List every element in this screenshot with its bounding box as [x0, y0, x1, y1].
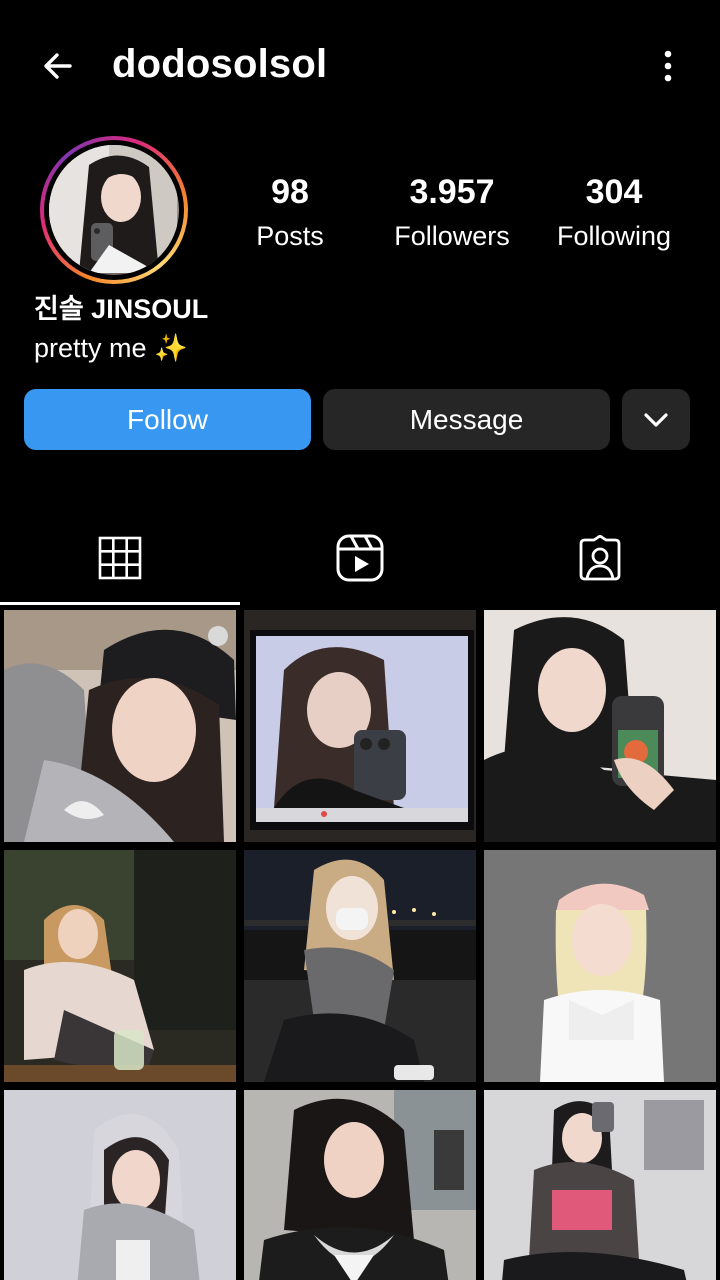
profile-username: dodosolsol [112, 42, 328, 86]
followers-label: Followers [394, 221, 510, 251]
suggested-accounts-button[interactable] [622, 389, 690, 450]
profile-tabs [0, 510, 720, 606]
arrow-left-icon [44, 53, 72, 79]
display-name: 진솔 JINSOUL [34, 294, 209, 324]
posts-count: 98 [271, 173, 309, 211]
post-thumbnail[interactable] [484, 850, 716, 1082]
reels-icon [336, 534, 384, 582]
following-stat[interactable]: 304 Following [548, 170, 680, 256]
posts-stat[interactable]: 98 Posts [240, 170, 340, 256]
bio-text: pretty me ✨ [34, 333, 188, 363]
tab-reels[interactable] [240, 510, 480, 606]
followers-stat[interactable]: 3.957 Followers [382, 170, 522, 256]
post-thumbnail[interactable] [4, 610, 236, 842]
post-thumbnail[interactable] [244, 1090, 476, 1280]
post-thumbnail[interactable] [484, 610, 716, 842]
following-label: Following [556, 221, 672, 251]
message-button[interactable]: Message [323, 389, 610, 450]
tab-tagged[interactable] [480, 510, 720, 606]
avatar [49, 145, 179, 275]
tagged-person-icon [579, 535, 621, 581]
more-options-button[interactable] [648, 44, 688, 88]
back-button[interactable] [36, 44, 80, 88]
posts-label: Posts [256, 221, 324, 251]
post-thumbnail[interactable] [244, 850, 476, 1082]
post-thumbnail[interactable] [4, 850, 236, 1082]
story-ring[interactable] [40, 136, 188, 284]
grid-icon [98, 536, 142, 580]
posts-grid [0, 610, 720, 1280]
more-vertical-icon [664, 50, 672, 82]
top-bar: dodosolsol [0, 0, 720, 128]
active-tab-indicator [0, 602, 240, 605]
post-thumbnail[interactable] [244, 610, 476, 842]
follow-button[interactable]: Follow [24, 389, 311, 450]
tab-posts[interactable] [0, 510, 240, 606]
followers-count: 3.957 [409, 173, 495, 211]
chevron-down-icon [644, 412, 668, 427]
post-thumbnail[interactable] [484, 1090, 716, 1280]
following-count: 304 [585, 173, 643, 211]
post-thumbnail[interactable] [4, 1090, 236, 1280]
